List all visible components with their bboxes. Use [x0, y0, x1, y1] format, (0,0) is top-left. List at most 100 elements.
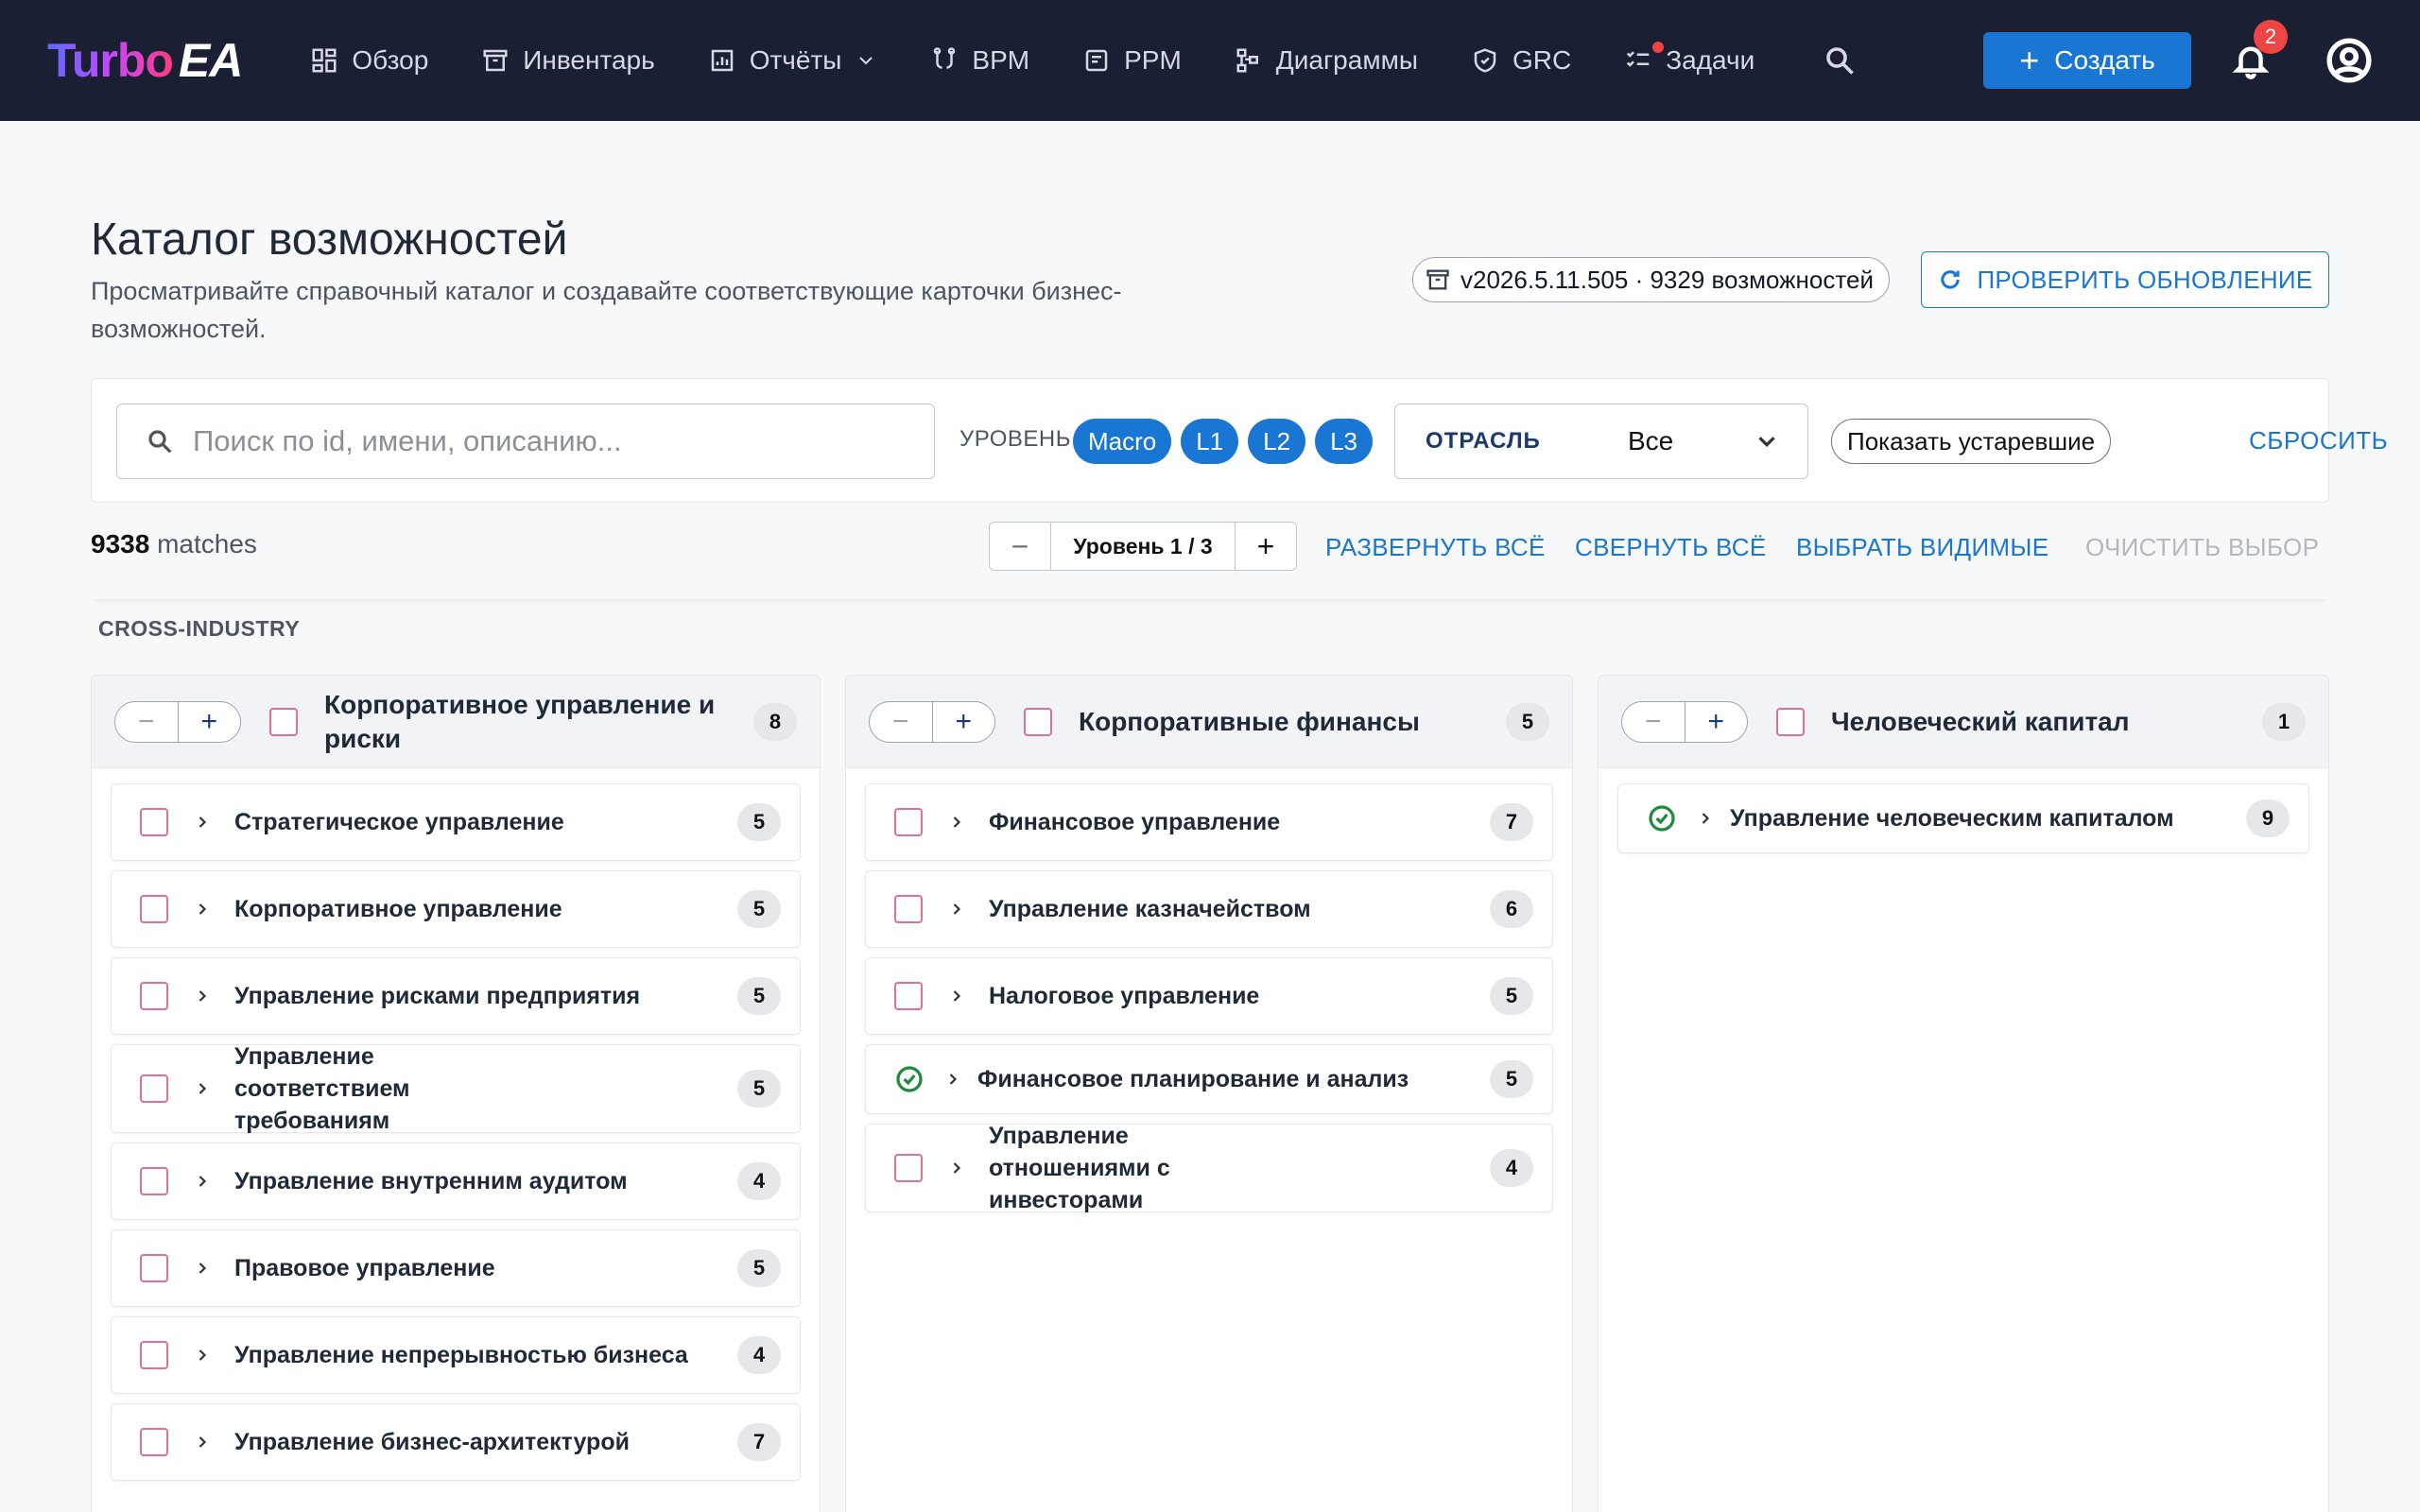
select-visible-button[interactable]: ВЫБРАТЬ ВИДИМЫЕ: [1796, 533, 2048, 562]
row-checkbox[interactable]: [894, 982, 923, 1010]
level-increase-button[interactable]: +: [1236, 523, 1296, 570]
level-chip-l2[interactable]: L2: [1248, 419, 1306, 464]
row-checkbox[interactable]: [140, 1167, 168, 1195]
row-checkbox[interactable]: [140, 982, 168, 1010]
search-field[interactable]: [116, 404, 935, 479]
reset-filters-button[interactable]: СБРОСИТЬ: [2249, 426, 2388, 455]
nav-item-ppm[interactable]: PPM: [1082, 45, 1182, 76]
capability-row[interactable]: Финансовое управление 7: [865, 783, 1553, 861]
project-icon: [1085, 49, 1108, 72]
nav-item-diagrams[interactable]: Диаграммы: [1235, 45, 1418, 76]
show-deprecated-chip[interactable]: Показать устаревшие: [1831, 419, 2112, 464]
nav-item-overview[interactable]: Обзор: [310, 45, 428, 76]
level-decrease-button[interactable]: −: [990, 523, 1050, 570]
nav-item-bpm[interactable]: BPM: [930, 45, 1029, 76]
nav-item-reports[interactable]: Отчёты: [708, 45, 878, 76]
row-checkbox[interactable]: [140, 1428, 168, 1456]
industry-select[interactable]: ОТРАСЛЬ Все: [1394, 404, 1808, 479]
account-button[interactable]: [2325, 37, 2373, 84]
matches-suffix: matches: [149, 529, 257, 558]
column-count-badge: 8: [753, 702, 797, 741]
column-checkbox[interactable]: [1024, 707, 1052, 736]
column-checkbox[interactable]: [1776, 707, 1805, 736]
nav-item-label: Обзор: [352, 45, 429, 75]
check-circle-icon: [1647, 803, 1677, 833]
capability-count-badge: 5: [737, 977, 781, 1015]
chevron-right-icon[interactable]: [940, 900, 974, 919]
capability-row[interactable]: Управление внутренним аудитом 4: [111, 1143, 801, 1220]
nav-item-label: Задачи: [1666, 45, 1755, 75]
capability-row[interactable]: Правовое управление 5: [111, 1229, 801, 1307]
level-chip-macro[interactable]: Macro: [1073, 419, 1172, 464]
row-checkbox[interactable]: [140, 808, 168, 836]
expand-button[interactable]: +: [179, 702, 241, 742]
capability-row[interactable]: Корпоративное управление 5: [111, 870, 801, 948]
capability-row[interactable]: Управление рисками предприятия 5: [111, 957, 801, 1035]
capability-row[interactable]: Финансовое планирование и анализ 5: [865, 1044, 1553, 1114]
matches-count: 9338 matches: [91, 529, 257, 559]
notifications-button[interactable]: 2: [2227, 20, 2288, 84]
chevron-right-icon[interactable]: [1688, 809, 1722, 828]
global-search-button[interactable]: [1817, 38, 1862, 83]
search-icon: [148, 430, 172, 454]
collapse-button[interactable]: −: [115, 701, 179, 742]
logo-primary-text: Turbo: [47, 34, 174, 87]
expand-button[interactable]: +: [933, 702, 995, 742]
level-chip-l1[interactable]: L1: [1181, 419, 1239, 464]
create-button[interactable]: + Создать: [1983, 32, 2191, 89]
capability-column: − + Корпоративные финансы 5 Финансовое у…: [845, 675, 1573, 1512]
app-logo[interactable]: Turbo EA: [47, 33, 243, 88]
chevron-right-icon[interactable]: [940, 987, 974, 1005]
search-input[interactable]: [193, 424, 911, 458]
chevron-right-icon[interactable]: [185, 1259, 219, 1278]
report-icon: [711, 49, 733, 72]
level-chip-l3[interactable]: L3: [1315, 419, 1374, 464]
top-navigation-bar: Turbo EA Обзор Инвентарь Отчёты BPM PPM …: [0, 0, 2420, 121]
chevron-right-icon[interactable]: [936, 1070, 970, 1089]
create-button-label: Создать: [2054, 45, 2155, 75]
capability-row[interactable]: Стратегическое управление 5: [111, 783, 801, 861]
capability-count-badge: 6: [1490, 890, 1533, 928]
row-checkbox[interactable]: [140, 1074, 168, 1103]
collapse-button[interactable]: −: [870, 701, 933, 742]
matches-number: 9338: [91, 529, 150, 558]
nav-item-inventory[interactable]: Инвентарь: [481, 45, 655, 76]
capability-row[interactable]: Управление непрерывностью бизнеса 4: [111, 1316, 801, 1394]
capability-row[interactable]: Налоговое управление 5: [865, 957, 1553, 1035]
expand-button[interactable]: +: [1685, 702, 1748, 742]
clear-selection-button[interactable]: ОЧИСТИТЬ ВЫБОР: [2085, 533, 2319, 562]
nav-item-grc[interactable]: GRC: [1471, 45, 1571, 76]
shield-icon: [1474, 48, 1496, 73]
chevron-right-icon[interactable]: [185, 1433, 219, 1452]
chevron-right-icon[interactable]: [940, 813, 974, 832]
row-checkbox[interactable]: [140, 1254, 168, 1282]
row-checkbox[interactable]: [894, 895, 923, 923]
row-checkbox[interactable]: [140, 1341, 168, 1369]
account-circle-icon: [2326, 38, 2372, 83]
row-checkbox[interactable]: [140, 895, 168, 923]
page-title: Каталог возможностей: [91, 215, 568, 265]
plus-icon: +: [2019, 41, 2040, 79]
chevron-right-icon[interactable]: [185, 900, 219, 919]
collapse-all-button[interactable]: СВЕРНУТЬ ВСЁ: [1575, 533, 1766, 562]
row-checkbox[interactable]: [894, 1154, 923, 1182]
chevron-right-icon[interactable]: [185, 813, 219, 832]
expand-all-button[interactable]: РАЗВЕРНУТЬ ВСЁ: [1325, 533, 1546, 562]
chevron-right-icon[interactable]: [185, 1172, 219, 1191]
check-circle-icon: [894, 1064, 925, 1094]
capability-row[interactable]: Управление бизнес-архитектурой 7: [111, 1403, 801, 1481]
capability-row[interactable]: Управление казначейством 6: [865, 870, 1553, 948]
collapse-button[interactable]: −: [1622, 701, 1685, 742]
chevron-right-icon[interactable]: [185, 987, 219, 1005]
column-checkbox[interactable]: [269, 707, 298, 736]
capability-row[interactable]: Управление отношениями с инвесторами 4: [865, 1123, 1553, 1213]
row-checkbox[interactable]: [894, 808, 923, 836]
nav-item-tasks[interactable]: Задачи: [1624, 42, 1755, 76]
capability-count-badge: 4: [737, 1162, 781, 1200]
chevron-right-icon[interactable]: [940, 1159, 974, 1177]
capability-row[interactable]: Управление соответствием требованиям 5: [111, 1043, 801, 1134]
check-update-button[interactable]: ПРОВЕРИТЬ ОБНОВЛЕНИЕ: [1921, 251, 2329, 308]
capability-row[interactable]: Управление человеческим капиталом 9: [1617, 783, 2309, 853]
chevron-right-icon[interactable]: [185, 1079, 219, 1098]
chevron-right-icon[interactable]: [185, 1346, 219, 1365]
